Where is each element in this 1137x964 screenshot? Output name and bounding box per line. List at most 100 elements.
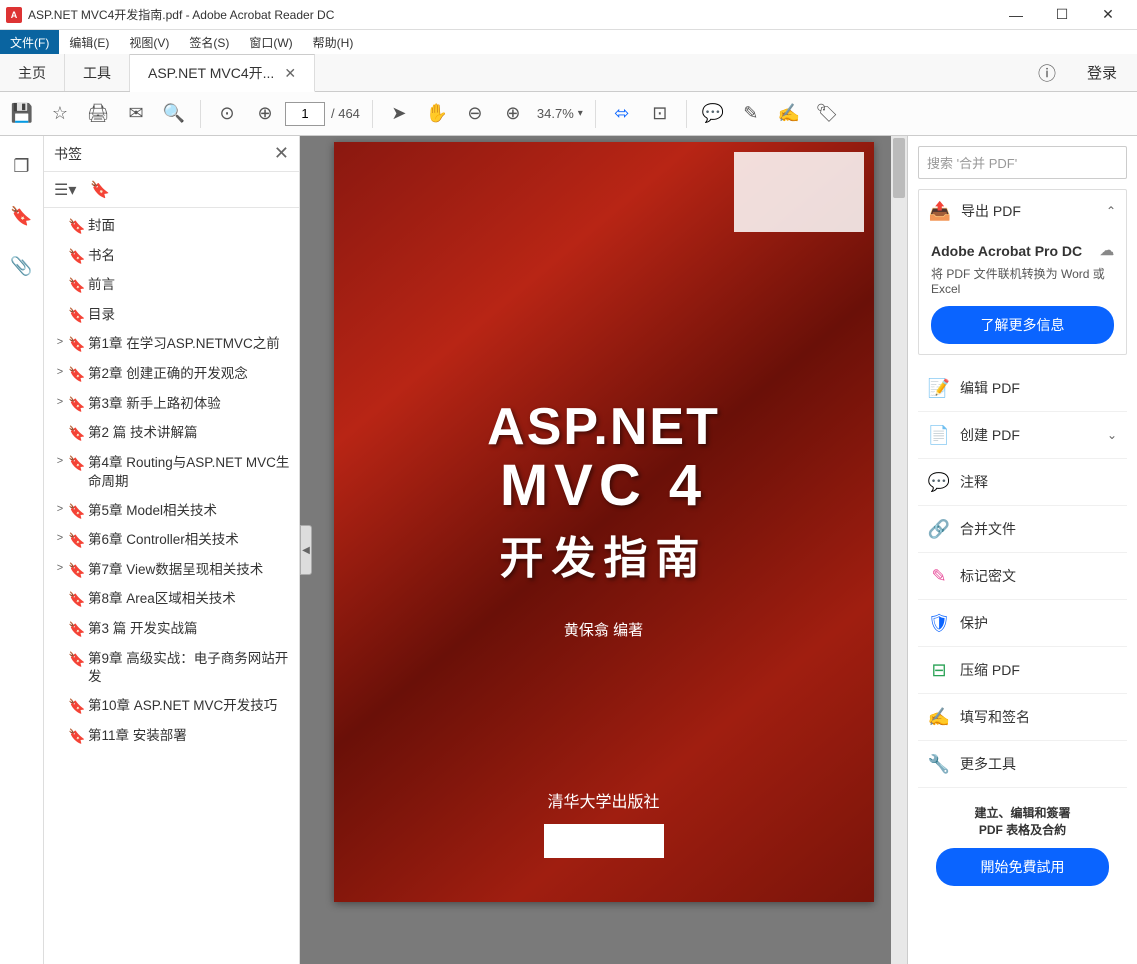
save-icon[interactable]: 💾: [4, 96, 40, 132]
bookmark-ribbon-icon: 🔖: [68, 650, 82, 670]
bookmarks-icon[interactable]: 🔖: [10, 204, 34, 228]
comment-icon[interactable]: 💬: [695, 96, 731, 132]
expand-icon[interactable]: >: [52, 502, 68, 517]
fit-width-icon[interactable]: ⬄: [604, 96, 640, 132]
bookmark-ribbon-icon: 🔖: [68, 531, 82, 551]
tool-row[interactable]: 🛡保护: [918, 600, 1127, 647]
search-icon[interactable]: 🔍: [156, 96, 192, 132]
mail-icon[interactable]: ✉: [118, 96, 154, 132]
hand-icon[interactable]: ✋: [419, 96, 455, 132]
menu-help[interactable]: 帮助(H): [303, 30, 364, 54]
tab-document[interactable]: ASP.NET MVC4开... ✕: [130, 54, 315, 92]
page-decoration: [734, 152, 864, 232]
pdf-page[interactable]: ASP.NET MVC 4 开发指南 黄保翕 编著 清华大学出版社: [334, 142, 874, 902]
export-learn-more-button[interactable]: 了解更多信息: [931, 306, 1114, 344]
tool-icon: ✍: [928, 706, 950, 728]
bookmark-item[interactable]: 🔖书名: [44, 242, 299, 272]
bookmark-item[interactable]: >🔖第3章 新手上路初体验: [44, 390, 299, 420]
menu-file[interactable]: 文件(F): [0, 30, 59, 54]
window-minimize[interactable]: —: [993, 0, 1039, 30]
panel-collapse-left[interactable]: ◀: [300, 525, 312, 575]
bookmark-ribbon-icon: 🔖: [68, 620, 82, 640]
bookmark-item[interactable]: >🔖第5章 Model相关技术: [44, 497, 299, 527]
zoom-dropdown[interactable]: 34.7% ▾: [537, 106, 583, 121]
window-maximize[interactable]: ☐: [1039, 0, 1085, 30]
bookmark-label: 第1章 在学习ASP.NETMVC之前: [88, 335, 291, 354]
star-icon[interactable]: ☆: [42, 96, 78, 132]
bookmark-label: 目录: [88, 306, 291, 325]
bookmark-item[interactable]: 🔖前言: [44, 271, 299, 301]
help-icon[interactable]: ⓘ: [1027, 54, 1067, 91]
bookmark-item[interactable]: >🔖第4章 Routing与ASP.NET MVC生命周期: [44, 449, 299, 497]
zoom-in-icon[interactable]: ⊕: [495, 96, 531, 132]
tool-row[interactable]: ✍填写和签名: [918, 694, 1127, 741]
main-toolbar: 💾 ☆ 🖨 ✉ 🔍 ⊙ ⊕ / 464 ➤ ✋ ⊖ ⊕ 34.7% ▾ ⬄ ⊡ …: [0, 92, 1137, 136]
bookmark-label: 第2 篇 技术讲解篇: [88, 424, 291, 443]
page-up-icon[interactable]: ⊙: [209, 96, 245, 132]
scrollbar-thumb[interactable]: [893, 138, 905, 198]
menu-edit[interactable]: 编辑(E): [59, 30, 119, 54]
attachments-icon[interactable]: 📎: [10, 254, 34, 278]
tool-icon: 🛡: [928, 612, 950, 634]
expand-icon[interactable]: >: [52, 454, 68, 469]
bookmark-ribbon-icon: 🔖: [68, 727, 82, 747]
zoom-out-icon[interactable]: ⊖: [457, 96, 493, 132]
tool-row[interactable]: ✎ 标记密文: [918, 553, 1127, 600]
tool-label: 注释: [960, 472, 1117, 492]
login-button[interactable]: 登录: [1067, 54, 1137, 91]
menu-sign[interactable]: 签名(S): [179, 30, 239, 54]
bookmark-item[interactable]: 🔖第10章 ASP.NET MVC开发技巧: [44, 692, 299, 722]
expand-icon[interactable]: >: [52, 395, 68, 410]
arrow-icon[interactable]: ➤: [381, 96, 417, 132]
tool-row[interactable]: 🔗合并文件: [918, 506, 1127, 553]
expand-icon[interactable]: >: [52, 335, 68, 350]
bookmark-item[interactable]: 🔖第8章 Area区域相关技术: [44, 585, 299, 615]
bookmark-item[interactable]: >🔖 第1章 在学习ASP.NETMVC之前: [44, 330, 299, 360]
page-number-input[interactable]: [285, 102, 325, 126]
tab-home[interactable]: 主页: [0, 54, 65, 91]
tool-row[interactable]: 📝编辑 PDF: [918, 365, 1127, 412]
print-icon[interactable]: 🖨: [80, 96, 116, 132]
bookmark-ribbon-icon: 🔖: [68, 590, 82, 610]
vertical-scrollbar[interactable]: [891, 136, 907, 964]
bookmark-item[interactable]: 🔖第9章 高级实战：电子商务网站开发: [44, 645, 299, 693]
tool-row[interactable]: 🔧更多工具: [918, 741, 1127, 788]
tool-icon: ✎: [928, 565, 950, 587]
expand-icon[interactable]: >: [52, 365, 68, 380]
promo-cta-button[interactable]: 開始免費試用: [936, 848, 1109, 886]
tool-label: 标记密文: [960, 566, 1117, 586]
highlight-icon[interactable]: ✎: [733, 96, 769, 132]
thumbnails-icon[interactable]: ❐: [10, 154, 34, 178]
sign-icon[interactable]: ✍: [771, 96, 807, 132]
stamp-icon[interactable]: 🏷: [809, 96, 845, 132]
menu-view[interactable]: 视图(V): [119, 30, 179, 54]
tab-tools[interactable]: 工具: [65, 54, 130, 91]
fit-page-icon[interactable]: ⊡: [642, 96, 678, 132]
page-down-icon[interactable]: ⊕: [247, 96, 283, 132]
bookmark-label: 第3 篇 开发实战篇: [88, 620, 291, 639]
tab-close-icon[interactable]: ✕: [284, 65, 296, 82]
bookmark-item[interactable]: 🔖第2 篇 技术讲解篇: [44, 419, 299, 449]
bookmark-item[interactable]: >🔖第6章 Controller相关技术: [44, 526, 299, 556]
bookmark-item[interactable]: >🔖第2章 创建正确的开发观念: [44, 360, 299, 390]
menu-window[interactable]: 窗口(W): [239, 30, 302, 54]
bookmark-options-icon[interactable]: ☰▾: [54, 180, 76, 200]
expand-icon[interactable]: >: [52, 561, 68, 576]
bookmark-item[interactable]: >🔖第7章 View数据呈现相关技术: [44, 556, 299, 586]
bookmark-find-icon[interactable]: 🔖: [90, 180, 110, 200]
bookmark-label: 第10章 ASP.NET MVC开发技巧: [88, 697, 291, 716]
bookmark-item[interactable]: 🔖 第3 篇 开发实战篇: [44, 615, 299, 645]
tool-row[interactable]: 📄创建 PDF⌄: [918, 412, 1127, 459]
bookmarks-close-icon[interactable]: ✕: [274, 143, 289, 164]
window-title: ASP.NET MVC4开发指南.pdf - Adobe Acrobat Rea…: [28, 6, 993, 23]
expand-icon[interactable]: >: [52, 531, 68, 546]
tool-row[interactable]: ⊟压缩 PDF: [918, 647, 1127, 694]
tool-row[interactable]: 💬注释: [918, 459, 1127, 506]
bookmark-item[interactable]: 🔖第11章 安装部署: [44, 722, 299, 752]
bookmark-item[interactable]: 🔖目录: [44, 301, 299, 331]
bookmark-ribbon-icon: 🔖: [68, 335, 82, 355]
tools-search-input[interactable]: 搜索 '合并 PDF': [918, 146, 1127, 179]
bookmark-item[interactable]: 🔖封面: [44, 212, 299, 242]
window-close[interactable]: ✕: [1085, 0, 1131, 30]
export-pdf-header[interactable]: 📤 导出 PDF ⌃: [919, 190, 1126, 232]
